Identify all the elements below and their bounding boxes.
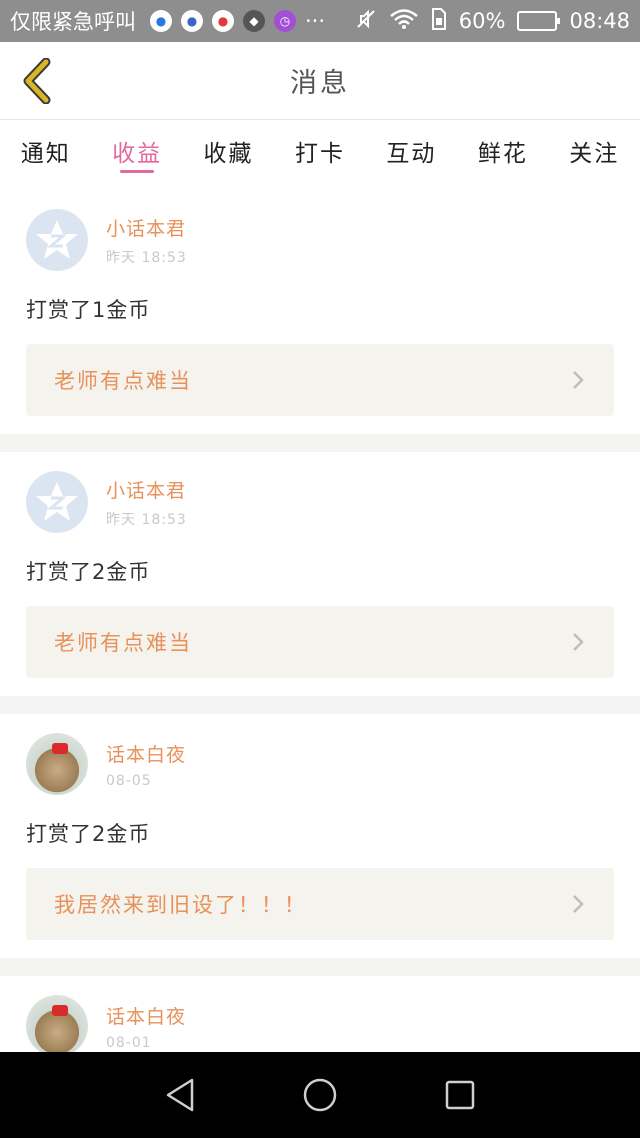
reward-text: 打赏了2金币 (26, 822, 151, 846)
nav-home-button[interactable] (300, 1075, 340, 1115)
sim-icon (431, 7, 447, 35)
post-title: 我居然来到旧设了！！！ (54, 893, 307, 917)
hair-bow-icon (52, 743, 68, 754)
list-item: 话本白夜 08-05 打赏了2金币 我居然来到旧设了！！！ (0, 714, 640, 958)
qq-default-avatar-icon (36, 482, 78, 521)
battery-percent: 60% (458, 9, 506, 33)
timestamp: 08-05 (106, 772, 152, 789)
tab-bar: 通知 收益 收藏 打卡 互动 鲜花 关注 (0, 120, 640, 190)
qq-default-avatar-icon (36, 220, 78, 259)
chevron-right-icon (568, 893, 588, 915)
battery-icon (517, 11, 561, 31)
page-title: 消息 (290, 68, 350, 99)
system-nav-bar (0, 1052, 640, 1138)
game-icon: ◆ (243, 10, 265, 32)
tab-notifications[interactable]: 通知 (0, 120, 91, 190)
tab-favorites[interactable]: 收藏 (183, 120, 274, 190)
circle-home-icon (303, 1078, 337, 1112)
tab-checkin[interactable]: 打卡 (274, 120, 365, 190)
post-link[interactable]: 我居然来到旧设了！！！ (26, 868, 614, 940)
clock: 08:48 (569, 9, 630, 33)
avatar[interactable] (26, 733, 88, 795)
post-title: 老师有点难当 (54, 631, 192, 655)
reward-text: 打赏了1金币 (26, 298, 151, 322)
clock-app-icon: ◷ (274, 10, 296, 32)
more-notifications-icon: ··· (305, 9, 326, 33)
earnings-list[interactable]: 小话本君 昨天 18:53 打赏了1金币 老师有点难当 小话本君 昨天 18:5… (0, 190, 640, 1052)
hair-bow-icon (52, 1005, 68, 1016)
nav-recents-button[interactable] (440, 1075, 480, 1115)
notification-icons: ● ● ● ◆ ◷ ··· (150, 9, 325, 33)
carrier-text: 仅限紧急呼叫 (10, 10, 136, 34)
triangle-back-icon (166, 1078, 194, 1112)
author-name[interactable]: 小话本君 (106, 214, 187, 241)
app-header: 消息 (0, 42, 640, 120)
post-link[interactable]: 老师有点难当 (26, 344, 614, 416)
back-button[interactable] (12, 54, 62, 108)
tab-interaction[interactable]: 互动 (366, 120, 457, 190)
mute-icon (355, 8, 377, 35)
list-item: 小话本君 昨天 18:53 打赏了2金币 老师有点难当 (0, 452, 640, 696)
author-name[interactable]: 话本白夜 (106, 740, 186, 767)
avatar[interactable] (26, 209, 88, 271)
timestamp: 昨天 18:53 (106, 249, 187, 266)
chevron-right-icon (568, 631, 588, 653)
square-recents-icon (445, 1080, 475, 1110)
list-item: 小话本君 昨天 18:53 打赏了1金币 老师有点难当 (0, 190, 640, 434)
chevron-right-icon (568, 369, 588, 391)
avatar[interactable] (26, 995, 88, 1052)
tab-earnings[interactable]: 收益 (91, 120, 182, 190)
wifi-icon (389, 8, 419, 35)
status-bar: 仅限紧急呼叫 ● ● ● ◆ ◷ ··· 60% 08:48 (0, 0, 640, 42)
post-link[interactable]: 老师有点难当 (26, 606, 614, 678)
globe-icon: ● (181, 10, 203, 32)
mail-icon: ● (212, 10, 234, 32)
post-title: 老师有点难当 (54, 369, 192, 393)
timestamp: 08-01 (106, 1034, 152, 1051)
back-arrow-icon (23, 58, 51, 104)
list-item: 话本白夜 08-01 (0, 976, 640, 1052)
author-name[interactable]: 话本白夜 (106, 1002, 186, 1029)
tab-flowers[interactable]: 鲜花 (457, 120, 548, 190)
bird-icon: ● (150, 10, 172, 32)
timestamp: 昨天 18:53 (106, 511, 187, 528)
reward-text: 打赏了2金币 (26, 560, 151, 584)
author-name[interactable]: 小话本君 (106, 476, 187, 503)
avatar[interactable] (26, 471, 88, 533)
nav-back-button[interactable] (160, 1075, 200, 1115)
tab-following[interactable]: 关注 (549, 120, 640, 190)
